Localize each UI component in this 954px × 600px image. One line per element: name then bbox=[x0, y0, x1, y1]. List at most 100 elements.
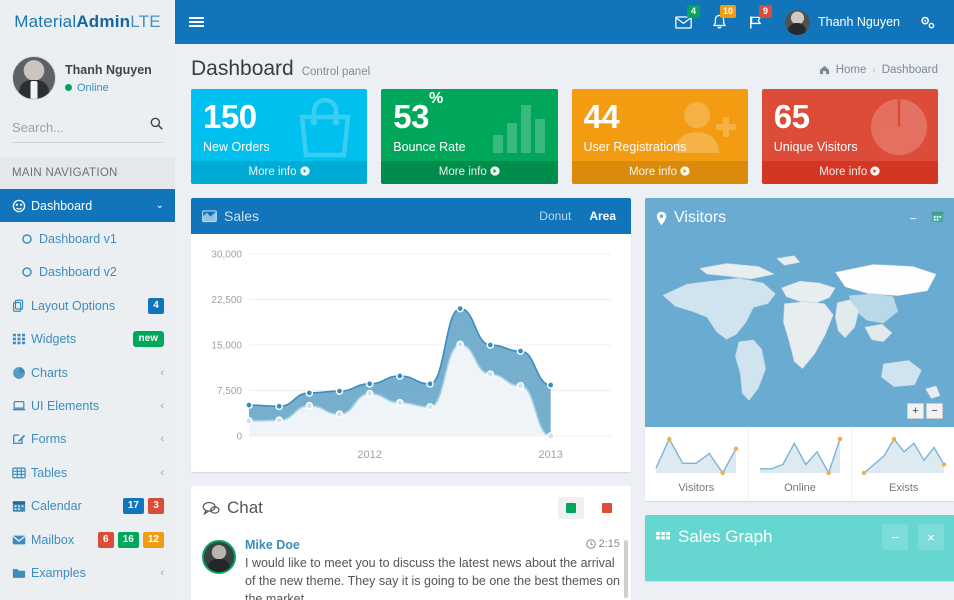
data-point[interactable] bbox=[335, 410, 344, 418]
breadcrumb-separator: › bbox=[872, 64, 876, 76]
search-button[interactable] bbox=[150, 117, 163, 133]
data-point[interactable] bbox=[305, 389, 314, 397]
status-badge: 17 bbox=[122, 498, 144, 515]
data-point[interactable] bbox=[365, 389, 374, 398]
data-point[interactable] bbox=[486, 370, 495, 378]
world-map[interactable]: + − bbox=[645, 238, 954, 427]
gears-glyph bbox=[920, 16, 934, 28]
sidebar-item-badges: new bbox=[132, 331, 164, 348]
sidebar-item-label: Charts bbox=[31, 365, 68, 380]
status-badge: 3 bbox=[148, 498, 164, 515]
map-zoom-in-button[interactable]: + bbox=[907, 403, 924, 419]
data-point[interactable] bbox=[275, 416, 283, 425]
data-point[interactable] bbox=[275, 402, 283, 411]
avatar bbox=[12, 56, 56, 100]
sparkline-chart[interactable] bbox=[652, 435, 740, 477]
sidebar-item-examples[interactable]: Examples ‹ bbox=[0, 556, 175, 589]
data-point[interactable] bbox=[365, 380, 374, 388]
data-point[interactable] bbox=[426, 403, 434, 411]
sidebar-item-label: UI Elements bbox=[31, 399, 100, 414]
sidebar-item-charts[interactable]: Charts ‹ bbox=[0, 356, 175, 389]
visitors-panel-title-wrap: Visitors bbox=[656, 209, 726, 227]
sidebar-item-multilevel[interactable]: Multilevel‹ bbox=[0, 590, 175, 600]
home-icon bbox=[819, 65, 829, 75]
status-busy-swatch[interactable] bbox=[594, 497, 620, 519]
tab-area[interactable]: Area bbox=[585, 207, 620, 225]
chat-scrollbar[interactable] bbox=[624, 540, 628, 598]
close-button[interactable]: × bbox=[918, 524, 944, 550]
sidebar-item-label: Examples bbox=[31, 565, 86, 580]
collapse-button[interactable]: − bbox=[882, 524, 908, 550]
sparkline-chart[interactable] bbox=[756, 435, 844, 477]
sidebar-item-dashboard[interactable]: Dashboard ⌄ bbox=[0, 189, 175, 223]
chevron-left-icon: ‹ bbox=[160, 400, 164, 413]
brand-part-1: Material bbox=[14, 12, 77, 31]
chat-panel: Chat Mike Doe 2:15 I would like to meet … bbox=[191, 486, 631, 600]
info-box-more-label: More info bbox=[629, 166, 677, 178]
sidebar-item-calendar[interactable]: Calendar 17 3 bbox=[0, 490, 175, 523]
circle-o-icon bbox=[22, 234, 32, 244]
sales-graph-title-wrap: Sales Graph bbox=[656, 527, 773, 547]
sidebar-user-panel[interactable]: Thanh Nguyen Online bbox=[0, 44, 175, 110]
comments-icon bbox=[202, 501, 220, 515]
chat-author[interactable]: Mike Doe bbox=[245, 538, 300, 552]
folder-icon bbox=[12, 569, 26, 578]
sidebar-item-widgets[interactable]: Widgets new bbox=[0, 323, 175, 356]
data-point[interactable] bbox=[245, 401, 253, 409]
sidebar-item-label: Layout Options bbox=[31, 298, 116, 313]
data-point[interactable] bbox=[396, 398, 404, 407]
data-point[interactable] bbox=[245, 417, 253, 425]
notifications-icon[interactable]: 10 bbox=[703, 0, 737, 44]
data-point[interactable] bbox=[486, 341, 495, 349]
info-box-more-label: More info bbox=[438, 166, 487, 178]
data-point[interactable] bbox=[456, 340, 464, 349]
main-area: 4 10 9 Thanh Nguyen Dashboard Control pa… bbox=[175, 0, 954, 600]
folder-icon bbox=[12, 566, 31, 580]
sales-panel: Sales Donut Area 0 7,500 15,000 22,500 30,00… bbox=[191, 198, 631, 472]
map-zoom-out-button[interactable]: − bbox=[926, 403, 943, 419]
collapse-button[interactable]: − bbox=[905, 209, 921, 228]
data-point[interactable] bbox=[335, 387, 344, 395]
settings-icon[interactable] bbox=[912, 0, 942, 44]
sidebar-toggle-button[interactable] bbox=[175, 0, 217, 44]
sidebar-item-mailbox[interactable]: Mailbox 6 16 12 bbox=[0, 523, 175, 556]
info-box-body: 44 User Registrations bbox=[572, 89, 748, 161]
data-point[interactable] bbox=[516, 381, 525, 390]
info-box-more-link[interactable]: More info bbox=[191, 161, 368, 184]
messages-icon[interactable]: 4 bbox=[667, 0, 701, 44]
sidebar-nav-header: MAIN NAVIGATION bbox=[0, 157, 175, 189]
breadcrumb-item-home[interactable]: Home bbox=[836, 64, 867, 76]
status-online-swatch[interactable] bbox=[558, 497, 584, 519]
data-point[interactable] bbox=[456, 304, 464, 313]
visitors-panel: Visitors − + − Visitors Online Exists bbox=[645, 198, 954, 501]
search-input[interactable] bbox=[12, 116, 163, 142]
sidebar-item-tables[interactable]: Tables ‹ bbox=[0, 456, 175, 489]
sparkline-chart[interactable] bbox=[860, 435, 948, 477]
arrow-circle-right-icon bbox=[300, 166, 310, 176]
sidebar-item-forms[interactable]: Forms ‹ bbox=[0, 423, 175, 456]
data-point[interactable] bbox=[426, 380, 434, 388]
info-box-more-link[interactable]: More info bbox=[571, 161, 748, 184]
data-point[interactable] bbox=[546, 381, 555, 389]
calendar-button[interactable] bbox=[931, 210, 944, 226]
tasks-icon[interactable]: 9 bbox=[739, 0, 773, 44]
data-point[interactable] bbox=[305, 401, 314, 410]
info-box-more-link[interactable]: More info bbox=[761, 161, 938, 184]
sales-area-chart[interactable]: 0 7,500 15,000 22,500 30,000 2012 2013 bbox=[201, 244, 619, 466]
tab-donut[interactable]: Donut bbox=[535, 207, 575, 225]
brand-logo[interactable]: Material Admin LTE bbox=[0, 0, 175, 44]
dashboard-row: Sales Donut Area 0 7,500 15,000 22,500 30,00… bbox=[191, 198, 954, 600]
data-point[interactable] bbox=[396, 372, 404, 380]
sales-panel-tabs: Donut Area bbox=[535, 207, 620, 225]
sidebar-item-layout-options[interactable]: Layout Options 4 bbox=[0, 289, 175, 322]
info-box-more-link[interactable]: More info bbox=[381, 161, 558, 184]
sidebar-item-dashboard-v1[interactable]: Dashboard v1 bbox=[0, 222, 175, 255]
topbar-user-menu[interactable]: Thanh Nguyen bbox=[775, 9, 910, 35]
sidebar-item-dashboard-v2[interactable]: Dashboard v2 bbox=[0, 256, 175, 289]
data-point[interactable] bbox=[516, 347, 525, 355]
data-point[interactable] bbox=[546, 432, 555, 440]
sidebar-item-ui-elements[interactable]: UI Elements ‹ bbox=[0, 389, 175, 422]
sidebar-user-status-label: Online bbox=[77, 81, 109, 94]
info-box-icon bbox=[869, 97, 929, 160]
status-badge: 16 bbox=[117, 531, 139, 548]
